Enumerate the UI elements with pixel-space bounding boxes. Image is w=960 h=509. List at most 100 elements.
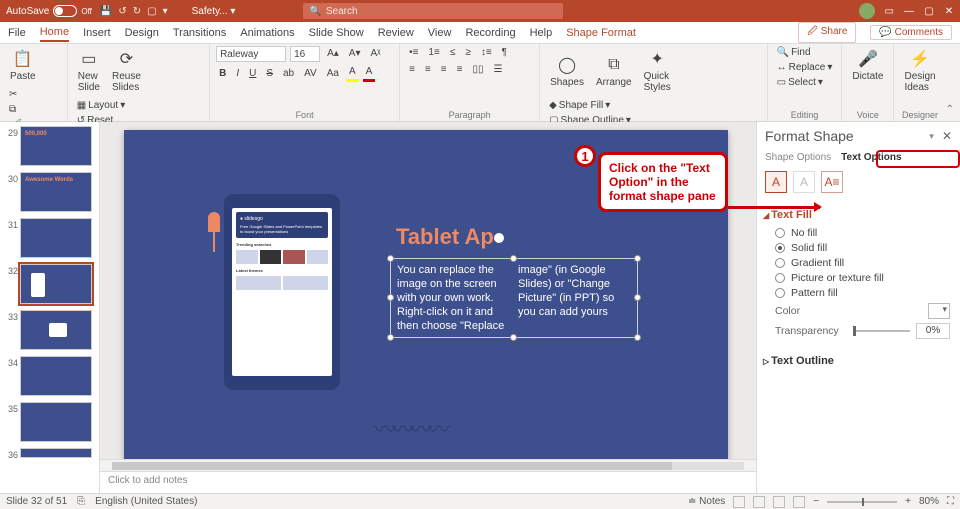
language-status[interactable]: English (United States) xyxy=(95,496,197,507)
tab-slideshow[interactable]: Slide Show xyxy=(309,25,364,41)
zoom-level[interactable]: 80% xyxy=(919,496,939,507)
save-icon[interactable]: 💾 xyxy=(100,6,112,17)
thumb-31[interactable] xyxy=(20,218,92,258)
transparency-value[interactable]: 0% xyxy=(916,323,950,339)
replace-button[interactable]: ↔ Replace ▾ xyxy=(774,61,836,75)
textbox-icon[interactable]: A≡ xyxy=(821,171,843,193)
tab-help[interactable]: Help xyxy=(530,25,553,41)
share-button[interactable]: 🖉 Share xyxy=(798,22,856,43)
indent-dec-button[interactable]: ≤ xyxy=(447,46,459,60)
columns-button[interactable]: ▯▯ xyxy=(469,63,486,77)
comments-button[interactable]: 💬 Comments xyxy=(870,25,952,40)
minimize-button[interactable]: — xyxy=(904,6,914,17)
normal-view-button[interactable] xyxy=(733,496,745,508)
section-header[interactable]: Text Outline xyxy=(763,355,950,367)
tab-design[interactable]: Design xyxy=(125,25,159,41)
autosave-switch[interactable] xyxy=(53,5,77,17)
shape-options-tab[interactable]: Shape Options xyxy=(765,152,831,163)
font-size-combo[interactable]: 16 xyxy=(290,46,320,62)
grow-font-button[interactable]: A▴ xyxy=(324,47,342,61)
zoom-slider[interactable] xyxy=(827,501,897,503)
tab-insert[interactable]: Insert xyxy=(83,25,111,41)
horizontal-scrollbar[interactable] xyxy=(100,459,756,471)
tab-file[interactable]: File xyxy=(8,25,26,41)
thumb-36[interactable] xyxy=(20,448,92,458)
thumb-30[interactable]: Awesome Words xyxy=(20,172,92,212)
italic-button[interactable]: I xyxy=(233,67,242,81)
thumb-29[interactable]: 500,000 xyxy=(20,126,92,166)
copy-button[interactable]: ⧉ xyxy=(6,103,25,117)
font-name-combo[interactable]: Raleway xyxy=(216,46,286,62)
collapse-ribbon-icon[interactable]: ⌃ xyxy=(946,44,960,121)
resize-handle[interactable] xyxy=(634,294,641,301)
paste-button[interactable]: 📋Paste xyxy=(6,46,40,84)
shrink-font-button[interactable]: A▾ xyxy=(346,47,364,61)
quick-styles-button[interactable]: ✦Quick Styles xyxy=(640,46,675,95)
thumb-32[interactable] xyxy=(20,264,92,304)
resize-handle[interactable] xyxy=(510,334,517,341)
gradient-fill-radio[interactable]: Gradient fill xyxy=(775,257,950,269)
redo-icon[interactable]: ↻ xyxy=(133,6,141,17)
maximize-button[interactable]: ▢ xyxy=(924,6,934,17)
numbering-button[interactable]: 1≡ xyxy=(425,46,442,60)
accessibility-icon[interactable]: ⎘ xyxy=(77,496,85,507)
resize-handle[interactable] xyxy=(510,255,517,262)
slideshow-view-button[interactable] xyxy=(793,496,805,508)
from-beginning-icon[interactable]: ▢ xyxy=(147,6,156,17)
no-fill-radio[interactable]: No fill xyxy=(775,227,950,239)
pattern-fill-radio[interactable]: Pattern fill xyxy=(775,287,950,299)
pane-dropdown-icon[interactable]: ▾ xyxy=(929,131,934,142)
resize-handle[interactable] xyxy=(387,334,394,341)
color-picker-button[interactable] xyxy=(928,303,950,319)
rotate-handle-icon[interactable] xyxy=(494,233,504,243)
notes-toggle[interactable]: ≐ Notes xyxy=(688,496,725,507)
picture-fill-radio[interactable]: Picture or texture fill xyxy=(775,272,950,284)
align-left-button[interactable]: ≡ xyxy=(406,63,418,77)
resize-handle[interactable] xyxy=(634,255,641,262)
underline-button[interactable]: U xyxy=(246,67,259,81)
layout-button[interactable]: ▦ Layout ▾ xyxy=(74,99,132,113)
font-color-button[interactable]: A xyxy=(363,65,376,82)
shadow-button[interactable]: ab xyxy=(280,67,297,81)
tab-view[interactable]: View xyxy=(428,25,452,41)
thumb-35[interactable] xyxy=(20,402,92,442)
ribbon-display-icon[interactable]: ▭ xyxy=(885,6,894,17)
notes-pane[interactable]: Click to add notes xyxy=(100,471,756,493)
text-effects-icon[interactable]: A xyxy=(793,171,815,193)
slide-counter[interactable]: Slide 32 of 51 xyxy=(6,496,67,507)
text-options-tab[interactable]: Text Options xyxy=(841,152,901,163)
text-direction-button[interactable]: ¶ xyxy=(499,46,510,60)
tab-recording[interactable]: Recording xyxy=(465,25,515,41)
autosave-toggle[interactable]: AutoSave Off xyxy=(6,5,92,17)
resize-handle[interactable] xyxy=(387,294,394,301)
highlight-button[interactable]: A xyxy=(346,65,359,82)
pane-close-button[interactable]: ✕ xyxy=(942,129,952,143)
undo-icon[interactable]: ↺ xyxy=(118,6,126,17)
clear-format-button[interactable]: Aᵡ xyxy=(367,47,383,61)
design-ideas-button[interactable]: ⚡Design Ideas xyxy=(900,46,939,95)
smartart-button[interactable]: ☰ xyxy=(490,63,505,77)
user-avatar[interactable] xyxy=(859,3,875,19)
shapes-button[interactable]: ◯Shapes xyxy=(546,52,588,90)
tab-shape-format[interactable]: Shape Format xyxy=(566,25,636,41)
section-header[interactable]: Text Fill xyxy=(763,209,950,221)
resize-handle[interactable] xyxy=(634,334,641,341)
document-name[interactable]: Safety... ▾ xyxy=(192,6,236,17)
resize-handle[interactable] xyxy=(387,255,394,262)
selected-textbox[interactable]: You can replace the image on the screen … xyxy=(390,258,638,338)
zoom-in-button[interactable]: + xyxy=(905,496,911,507)
justify-button[interactable]: ≡ xyxy=(454,63,466,77)
shape-fill-button[interactable]: ◆ Shape Fill ▾ xyxy=(546,99,634,113)
spacing-button[interactable]: AV xyxy=(301,67,320,81)
transparency-slider[interactable] xyxy=(853,330,910,332)
select-button[interactable]: ▭ Select ▾ xyxy=(774,76,836,90)
tab-transitions[interactable]: Transitions xyxy=(173,25,226,41)
zoom-out-button[interactable]: − xyxy=(813,496,819,507)
reuse-slides-button[interactable]: ⟳Reuse Slides xyxy=(108,46,145,95)
case-button[interactable]: Aa xyxy=(324,67,342,81)
tab-review[interactable]: Review xyxy=(378,25,414,41)
arrange-button[interactable]: ⧉Arrange xyxy=(592,52,636,90)
cut-button[interactable]: ✂ xyxy=(6,88,25,102)
close-button[interactable]: ✕ xyxy=(944,6,954,17)
line-spacing-button[interactable]: ↕≡ xyxy=(478,46,495,60)
